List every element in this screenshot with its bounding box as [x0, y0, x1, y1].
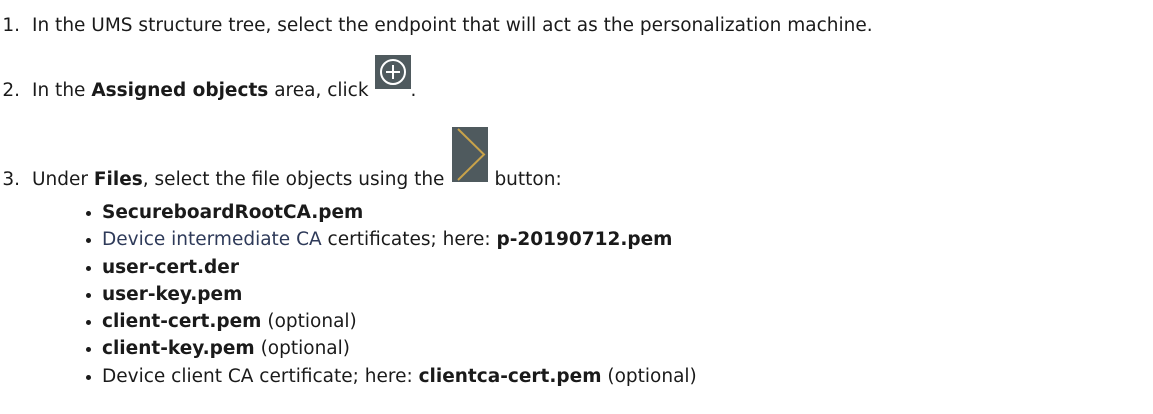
add-circle-icon[interactable] [374, 55, 411, 89]
list-item: Device client CA certificate; here: clie… [84, 363, 697, 390]
list-item: SecureboardRootCA.pem [84, 199, 697, 226]
list-item: user-cert.der [84, 254, 697, 281]
step-number: 1. [2, 14, 20, 36]
files-label: Files [93, 169, 143, 190]
step-text: In the UMS structure tree, select the en… [32, 14, 873, 36]
list-item: Device intermediate CA certificates; her… [84, 226, 697, 253]
step-number: 2. [2, 80, 20, 101]
step-3: 3. Under Files, select the file objects … [0, 122, 562, 196]
step-1: 1. In the UMS structure tree, select the… [0, 10, 873, 40]
assigned-objects-label: Assigned objects [91, 80, 269, 101]
list-item: client-key.pem (optional) [84, 335, 697, 362]
step-number: 3. [2, 169, 20, 190]
step-text: In the Assigned objects area, click [32, 80, 369, 101]
file-list: SecureboardRootCA.pem Device intermediat… [84, 199, 697, 390]
list-item: user-key.pem [84, 281, 697, 308]
device-intermediate-ca-link[interactable]: Device intermediate CA [102, 229, 322, 250]
step-text: Under Files, select the file objects usi… [32, 169, 445, 190]
list-item: client-cert.pem (optional) [84, 308, 697, 335]
step-2: 2. In the Assigned objects area, click . [0, 49, 416, 105]
chevron-right-arrow-icon[interactable] [452, 127, 489, 182]
